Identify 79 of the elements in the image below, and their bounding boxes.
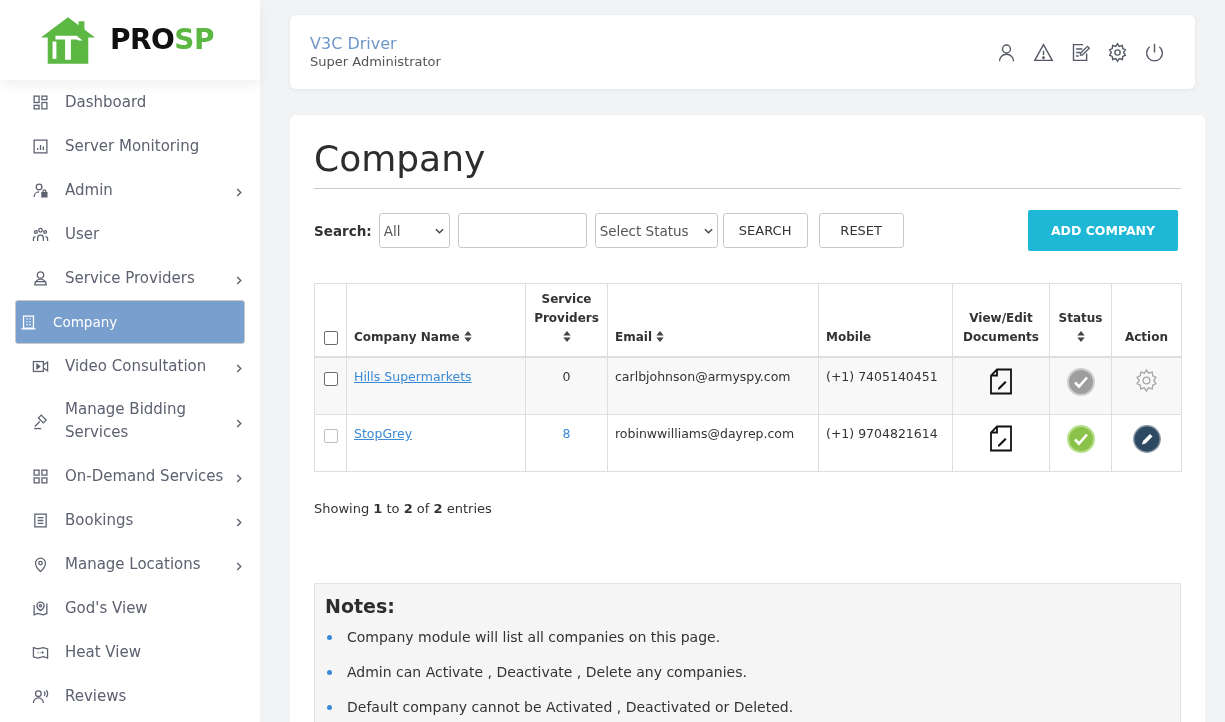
company-link[interactable]: Hills Supermarkets <box>354 369 472 384</box>
column-header[interactable]: Email <box>615 328 665 347</box>
sort-icon[interactable] <box>656 331 665 342</box>
search-field[interactable] <box>457 213 587 248</box>
dashboard-icon <box>32 93 49 111</box>
power-icon[interactable] <box>1144 41 1165 63</box>
bullet-icon <box>327 635 332 640</box>
chevron-icon <box>236 364 242 373</box>
chevron-icon <box>236 188 242 197</box>
profile-icon[interactable] <box>996 41 1017 63</box>
chevron-icon <box>236 276 242 285</box>
user-icon <box>32 269 49 287</box>
location-pin-icon <box>32 555 49 573</box>
search-label: Search: <box>314 222 372 239</box>
bullet-icon <box>327 705 332 710</box>
column-header: Action <box>1124 329 1168 346</box>
note-text: Company module will list all companies on this page. <box>347 627 721 647</box>
user-name: V3C Driver <box>310 34 398 54</box>
email-text: robinwwilliams@dayrep.com <box>615 426 795 441</box>
sidebar-item[interactable]: Reviews <box>15 674 245 718</box>
column-header[interactable]: Company Name <box>354 328 472 347</box>
document-edit-icon[interactable] <box>989 368 1013 395</box>
settings-icon[interactable] <box>1107 41 1128 63</box>
sidebar-item[interactable]: Dashboard <box>15 80 245 124</box>
pencil-icon[interactable] <box>1132 425 1161 453</box>
chevron-icon <box>236 562 242 571</box>
note-text: Default company cannot be Activated , Deactivated or Deleted. <box>347 697 794 717</box>
sidebar-item[interactable]: Server Monitoring <box>15 124 245 168</box>
user-lock-icon <box>32 181 49 199</box>
sidebar-item[interactable]: Service Providers <box>15 256 245 300</box>
document-edit-icon[interactable] <box>989 425 1013 452</box>
sidebar-item[interactable]: User <box>15 212 245 256</box>
warning-icon[interactable] <box>1033 41 1054 63</box>
column-header: Mobile <box>826 329 872 346</box>
caret-icon <box>434 227 444 234</box>
user-role: Super Administrator <box>310 54 441 70</box>
sidebar-item[interactable]: Bookings <box>15 498 245 542</box>
notes-title: Notes: <box>325 594 395 619</box>
search-button[interactable]: SEARCH <box>722 213 808 248</box>
sidebar-item[interactable]: Heat View <box>15 630 245 674</box>
note-text: Admin can Activate , Deactivate , Delete any companies. <box>347 662 747 682</box>
sidebar-item[interactable]: Manage Bidding Services <box>15 388 245 454</box>
house-logo-icon <box>39 15 96 65</box>
email-text: carlbjohnson@armyspy.com <box>615 369 791 384</box>
sidebar-item[interactable]: Manage Locations <box>15 542 245 586</box>
caret-icon <box>703 227 713 234</box>
select-all-checkbox[interactable] <box>323 330 338 345</box>
sidebar-item[interactable]: Video Consultation <box>15 344 245 388</box>
page-title: Company <box>314 137 486 181</box>
sort-icon[interactable] <box>463 331 472 342</box>
sidebar-item[interactable]: On-Demand Services <box>15 454 245 498</box>
entries-summary: Showing 1 to 2 of 2 entries <box>314 500 493 518</box>
brand-name: PROSP <box>109 23 215 57</box>
user-voice-icon <box>32 687 49 705</box>
mobile-text: (+1) 9704821614 <box>826 426 938 441</box>
users-icon <box>32 225 49 243</box>
gavel-icon <box>32 412 49 430</box>
bullet-icon <box>327 670 332 675</box>
column-header: View/Edit Documents <box>962 310 1040 346</box>
row-checkbox[interactable] <box>323 372 338 386</box>
chevron-icon <box>236 474 242 483</box>
provider-count: 0 <box>562 369 571 384</box>
chevron-icon <box>236 518 242 527</box>
sort-icon[interactable] <box>1076 331 1085 342</box>
status-dropdown[interactable]: Select Status <box>594 213 718 248</box>
check-circle-icon[interactable] <box>1066 368 1095 396</box>
reset-button[interactable]: RESET <box>818 213 904 248</box>
chart-icon <box>32 137 49 155</box>
map-pin-icon <box>32 599 49 617</box>
list-icon <box>32 511 49 529</box>
chevron-icon <box>236 419 242 428</box>
sort-icon[interactable] <box>562 331 571 342</box>
edit-icon[interactable] <box>1070 41 1091 63</box>
sidebar-item[interactable]: Admin <box>15 168 245 212</box>
sidebar-item[interactable]: God's View <box>15 586 245 630</box>
building-icon <box>20 313 37 331</box>
mobile-text: (+1) 7405140451 <box>826 369 938 384</box>
filter-dropdown[interactable]: All <box>378 213 450 248</box>
grid-icon <box>32 467 49 485</box>
